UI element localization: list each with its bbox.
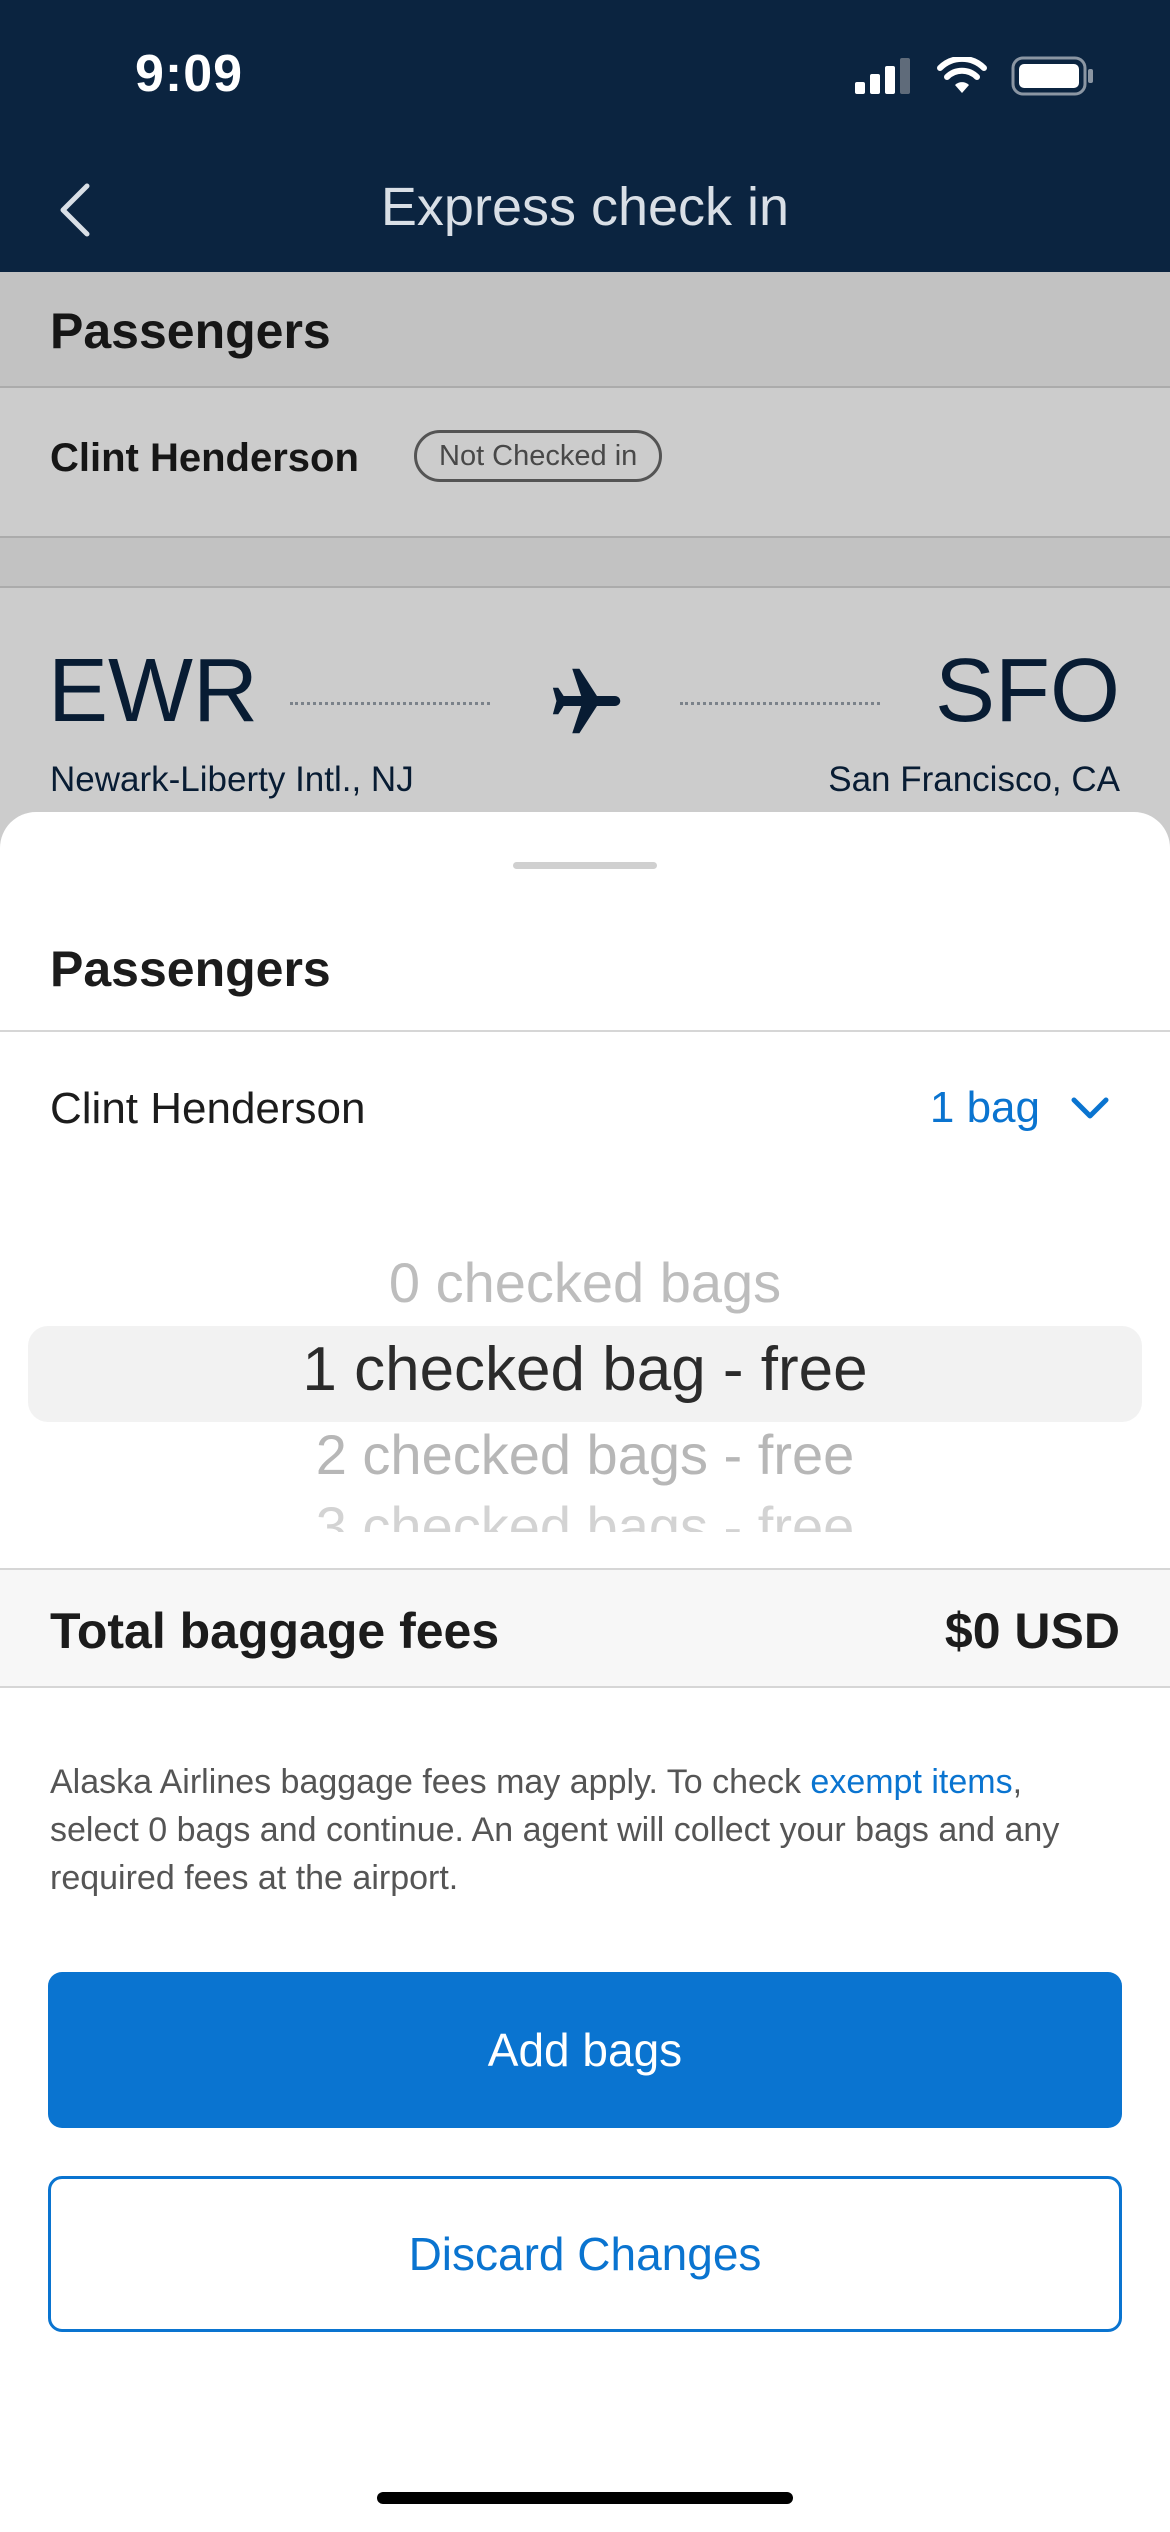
bag-selection-sheet: Passengers Clint Henderson 1 bag 0 check… — [0, 812, 1170, 2532]
signal-icon — [855, 58, 910, 94]
discard-changes-button[interactable]: Discard Changes — [48, 2176, 1122, 2332]
dim-overlay[interactable] — [0, 272, 1170, 872]
baggage-fee-notice: Alaska Airlines baggage fees may apply. … — [50, 1758, 1120, 1902]
bag-count-picker[interactable]: 0 checked bags 1 checked bag - free 2 ch… — [0, 1232, 1170, 1532]
picker-option-1-selected[interactable]: 1 checked bag - free — [0, 1334, 1170, 1405]
picker-option-3[interactable]: 3 checked bags - free — [0, 1494, 1170, 1532]
picker-option-2[interactable]: 2 checked bags - free — [0, 1422, 1170, 1487]
bag-count-dropdown[interactable]: 1 bag — [930, 1076, 1110, 1140]
status-bar: 9:09 — [0, 0, 1170, 150]
add-bags-button[interactable]: Add bags — [48, 1972, 1122, 2128]
total-fees-value: $0 USD — [944, 1603, 1120, 1659]
exempt-items-link[interactable]: exempt items — [810, 1763, 1012, 1801]
status-time: 9:09 — [135, 45, 244, 103]
total-fees-label: Total baggage fees — [50, 1603, 500, 1659]
total-fees-row: Total baggage fees $0 USD — [0, 1568, 1170, 1688]
chevron-down-icon — [1071, 1097, 1109, 1119]
passenger-name: Clint Henderson — [50, 1084, 366, 1133]
battery-icon — [1011, 56, 1093, 96]
sheet-title: Passengers — [50, 941, 331, 997]
sheet-grabber[interactable] — [513, 862, 657, 869]
passenger-row: Clint Henderson 1 bag — [0, 1032, 1170, 1182]
notice-text-before: Alaska Airlines baggage fees may apply. … — [50, 1763, 811, 1801]
home-indicator[interactable] — [377, 2492, 793, 2504]
wifi-icon — [937, 57, 987, 93]
picker-option-0[interactable]: 0 checked bags — [0, 1250, 1170, 1315]
page-title: Express check in — [380, 177, 790, 237]
status-icons — [855, 56, 1095, 96]
nav-bar: Express check in — [0, 150, 1170, 272]
bag-count-value: 1 bag — [929, 1083, 1040, 1132]
